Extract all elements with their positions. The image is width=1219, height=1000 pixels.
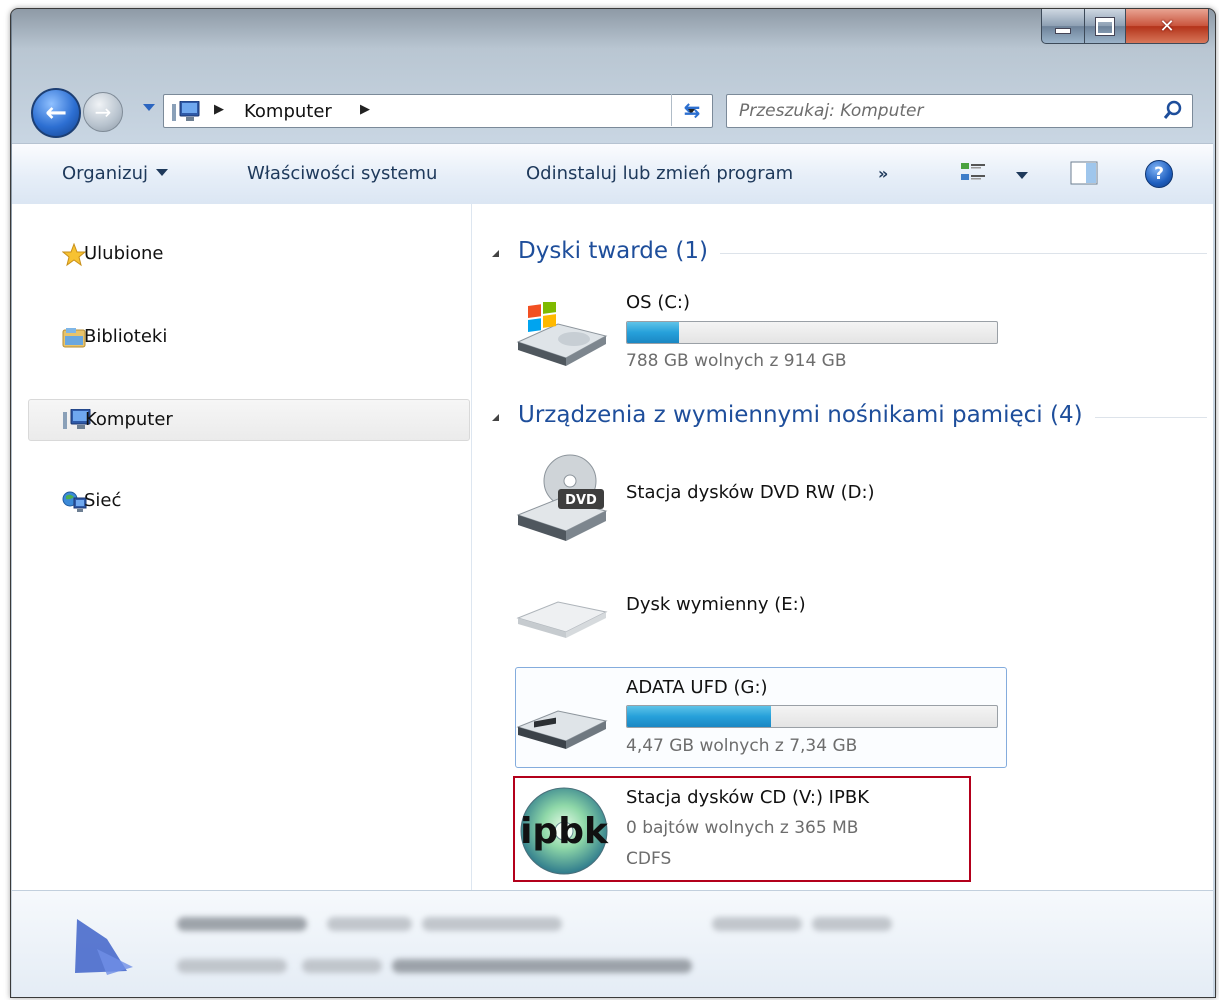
help-button[interactable]: ? [1145,160,1173,188]
sidebar-item-computer[interactable]: Komputer [28,399,470,441]
navigation-pane: Ulubione Biblioteki Komputer Sieć [12,204,472,890]
preview-pane-icon[interactable] [1070,161,1098,185]
drive-name: Dysk wymienny (E:) [626,594,806,615]
drive-filesystem: CDFS [626,849,672,869]
drive-item[interactable]: Dysk wymienny (E:) [514,574,1004,654]
drive-free-space: 0 bajtów wolnych z 365 MB [626,818,859,838]
uninstall-program-button[interactable]: Odinstaluj lub zmień program [526,163,793,184]
chevron-down-icon [155,169,168,176]
back-button[interactable]: ← [31,88,81,138]
ipbk-cd-icon: ipbk [520,787,609,875]
drive-free-space: 788 GB wolnych z 914 GB [626,351,847,371]
back-arrow-icon: ← [45,98,67,128]
minimize-button[interactable] [1041,9,1085,44]
breadcrumb-komputer[interactable]: Komputer [244,101,332,122]
organize-label: Organizuj [62,163,148,184]
minimize-icon [1055,28,1071,34]
svg-text:DVD: DVD [565,493,597,508]
search-box [726,94,1193,128]
usb-drive-large-icon [75,919,133,975]
blurred-text [422,917,562,931]
blurred-text [812,917,892,931]
sidebar-item-favorites[interactable]: Ulubione [28,234,468,274]
group-title: Urządzenia z wymiennymi nośnikami pamięc… [518,402,1095,428]
more-commands-button[interactable]: » [878,164,888,183]
drive-name: ADATA UFD (G:) [626,677,768,698]
usb-drive-icon [516,710,608,749]
drive-name: Stacja dysków CD (V:) IPBK [626,787,869,808]
collapse-icon[interactable] [492,250,499,257]
breadcrumb-separator-icon[interactable]: ▶ [360,102,370,117]
blurred-text [392,959,692,973]
blurred-text [177,959,287,973]
change-view-icon[interactable] [960,161,986,185]
refresh-icon: ⇆ [683,98,701,122]
details-pane [12,890,1213,997]
collapse-icon[interactable] [492,414,499,421]
sidebar-item-label: Ulubione [84,243,164,264]
svg-text:ipbk: ipbk [520,811,609,852]
close-button[interactable]: ✕ [1126,9,1209,44]
address-bar[interactable]: ▶ Komputer ▶ [163,94,713,128]
drive-usage-fill [627,322,679,343]
recent-pages-dropdown[interactable] [143,104,155,111]
blurred-text [712,917,802,931]
libraries-icon [62,328,86,348]
command-bar: Organizuj Właściwości systemu Odinstaluj… [12,143,1213,205]
sidebar-item-label: Komputer [85,409,173,430]
sidebar-item-label: Sieć [84,490,122,511]
sidebar-item-network[interactable]: Sieć [28,481,468,521]
sidebar-item-libraries[interactable]: Biblioteki [28,317,468,357]
caption-buttons: ✕ [1041,9,1209,44]
blurred-text [177,917,307,931]
maximize-icon [1096,17,1114,35]
system-properties-button[interactable]: Właściwości systemu [247,163,437,184]
help-icon: ? [1154,164,1164,184]
drive-free-space: 4,47 GB wolnych z 7,34 GB [626,736,858,756]
view-options-dropdown-icon[interactable] [1016,172,1028,179]
windows-hard-drive-icon [516,302,608,366]
file-list: Dyski twarde (1) OS (C:) 788 GB wolnych … [472,204,1213,890]
close-icon: ✕ [1159,15,1175,37]
search-icon[interactable] [1162,99,1184,121]
drive-usage-fill [627,706,772,727]
forward-button[interactable]: → [83,92,123,132]
drive-item[interactable]: ADATA UFD (G:) 4,47 GB wolnych z 7,34 GB [514,669,1004,764]
drive-name: Stacja dysków DVD RW (D:) [626,482,875,503]
drive-item[interactable]: DVD Stacja dysków DVD RW (D:) [514,449,1004,549]
drive-name: OS (C:) [626,292,690,313]
group-header-removable[interactable]: Urządzenia z wymiennymi nośnikami pamięc… [492,400,1207,434]
group-title: Dyski twarde (1) [518,238,720,264]
blurred-text [302,959,382,973]
sidebar-item-label: Biblioteki [84,326,168,347]
drive-usage-bar [626,705,998,728]
group-header-hard-disks[interactable]: Dyski twarde (1) [492,236,1207,270]
blurred-text [327,917,412,931]
dvd-drive-icon: DVD [516,454,608,541]
search-input[interactable] [737,98,1141,124]
maximize-button[interactable] [1085,9,1126,44]
navigation-bar: ← → ▶ Komputer ▶ ⇆ [31,84,1211,138]
computer-icon [172,101,200,121]
refresh-button[interactable]: ⇆ [671,94,712,126]
drive-item[interactable]: OS (C:) 788 GB wolnych z 914 GB [514,284,1004,374]
removable-drive-icon [516,601,608,638]
explorer-window: ✕ ← → ▶ Komputer ▶ ⇆ Or [10,8,1216,998]
drive-item[interactable]: ipbk Stacja dysków CD (V:) IPBK 0 bajtów… [514,779,1004,879]
star-icon [62,243,86,267]
forward-arrow-icon: → [94,100,112,124]
organize-button[interactable]: Organizuj [62,163,168,184]
breadcrumb-separator-icon[interactable]: ▶ [214,102,224,117]
drive-usage-bar [626,321,998,344]
